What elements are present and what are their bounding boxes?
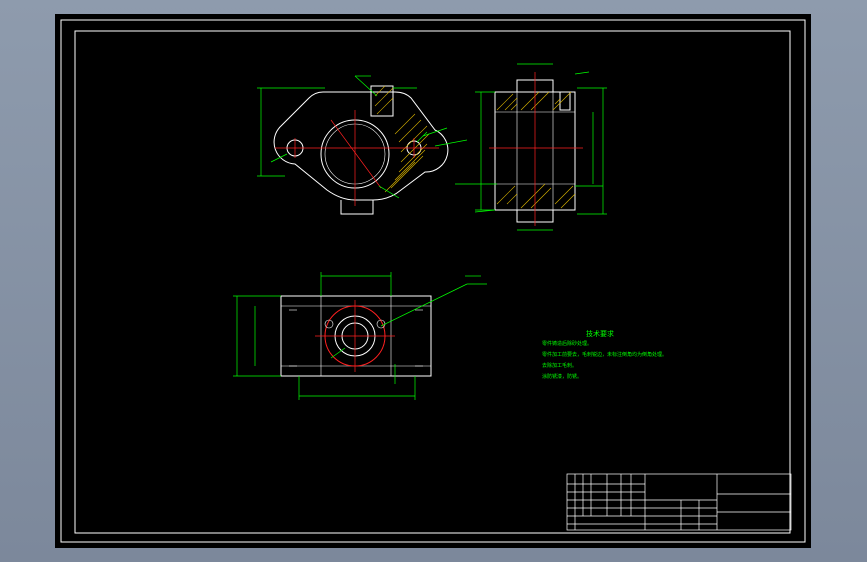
- bottom-boss: [340, 200, 374, 215]
- notes-title: 技术要求: [586, 330, 614, 338]
- flange-outline: [273, 91, 449, 201]
- engineering-drawing: [60, 19, 806, 543]
- plan-view: [257, 75, 468, 215]
- inner-frame: [74, 30, 791, 534]
- hatch-right: [374, 85, 430, 193]
- title-block: [566, 473, 792, 531]
- note-line: 零件铸造后除砂处理。: [542, 341, 593, 347]
- outer-frame: [60, 19, 806, 543]
- note-line: 零件加工前要去，毛刺锐边，未标注倒角均为倒角处理。: [542, 352, 668, 358]
- section-hatch: [496, 91, 576, 209]
- section-view: [455, 63, 607, 231]
- cad-viewport[interactable]: 技术要求 零件铸造后除砂处理。 零件加工前要去，毛刺锐边，未标注倒角均为倒角处理…: [55, 14, 811, 548]
- note-line: 涂防锈漆，防锈。: [542, 374, 583, 380]
- note-line: 去除加工毛刺。: [542, 363, 578, 369]
- bottom-view: [233, 272, 487, 400]
